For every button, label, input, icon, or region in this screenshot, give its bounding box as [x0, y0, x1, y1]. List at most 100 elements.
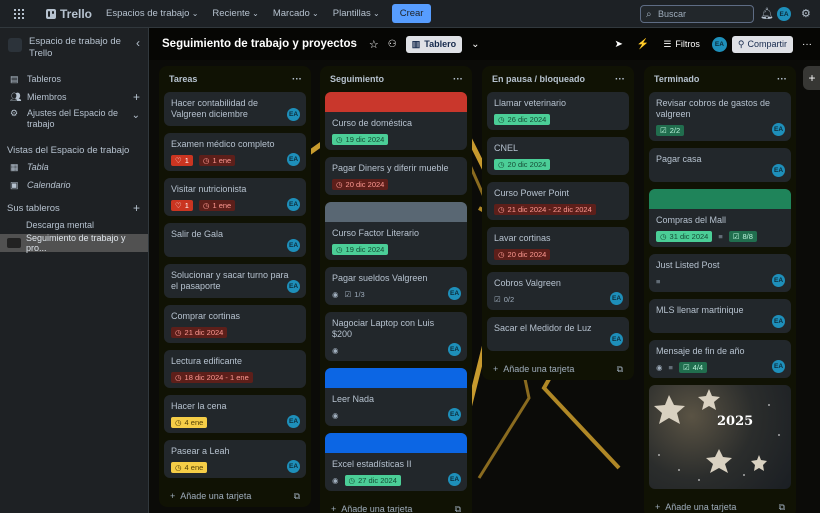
list-menu-icon[interactable]: ···: [777, 74, 787, 85]
nav-workspaces[interactable]: Espacios de trabajo: [106, 8, 198, 19]
template-icon[interactable]: ⧉: [617, 364, 623, 375]
nav-recent[interactable]: Reciente: [212, 8, 258, 19]
automation-icon[interactable]: ⚡: [637, 39, 649, 50]
share-button[interactable]: ⚲ Compartir: [731, 35, 793, 53]
card[interactable]: Curso de doméstica ◷ 19 dic 2024: [325, 92, 467, 150]
card[interactable]: Nagociar Laptop con Luis $200 ◉ EA: [325, 312, 467, 361]
card[interactable]: Hacer la cena ◷ 4 ene EA: [164, 395, 306, 433]
template-icon[interactable]: ⧉: [779, 502, 785, 513]
visibility-icon[interactable]: ⚇: [388, 39, 397, 50]
card[interactable]: Solucionar y sacar turno para el pasapor…: [164, 264, 306, 298]
card[interactable]: Just Listed Post ≡ EA: [649, 254, 791, 292]
sidebar-item-settings[interactable]: ⚙ Ajustes del Espacio de trabajo ⌄: [0, 106, 148, 134]
list-title[interactable]: Seguimiento: [330, 74, 384, 84]
card-member-avatar[interactable]: EA: [287, 198, 300, 211]
card[interactable]: Leer Nada ◉ EA: [325, 368, 467, 426]
view-switcher-button[interactable]: ▥ Tablero: [405, 35, 463, 53]
due-date-badge[interactable]: ◷ 31 dic 2024: [656, 230, 713, 242]
card[interactable]: Compras del Mall ◷ 31 dic 2024 ≡ ☑ 8/8: [649, 189, 791, 247]
card-member-avatar[interactable]: EA: [772, 123, 785, 136]
board-title[interactable]: Seguimiento de trabajo y proyectos: [162, 38, 357, 50]
card-member-avatar[interactable]: EA: [772, 360, 785, 373]
card-member-avatar[interactable]: EA: [772, 164, 785, 177]
sidebar-item-calendar[interactable]: ▣ Calendario: [0, 176, 148, 194]
card[interactable]: Mensaje de fin de año ◉ ≡ ☑ 4/4 EA: [649, 340, 791, 378]
card[interactable]: Pagar sueldos Valgreen ◉ ☑ 1/3 EA: [325, 267, 467, 305]
card-member-avatar[interactable]: EA: [448, 408, 461, 421]
card[interactable]: Curso Factor Literario ◷ 19 dic 2024: [325, 202, 467, 260]
due-date-badge[interactable]: ◷ 19 dic 2024: [332, 243, 389, 255]
sidebar-board-seguimiento[interactable]: Seguimiento de trabajo y pro...: [0, 233, 148, 253]
due-date-badge[interactable]: ◷ 27 dic 2024: [344, 474, 401, 486]
list-title[interactable]: En pausa / bloqueado: [492, 74, 585, 84]
due-date-badge[interactable]: ◷ 1 ene: [198, 154, 236, 166]
card-member-avatar[interactable]: EA: [287, 415, 300, 428]
card[interactable]: Hacer contabilidad de Valgreen diciembre…: [164, 92, 306, 126]
card-member-avatar[interactable]: EA: [610, 292, 623, 305]
chevron-down-icon[interactable]: ⌄: [471, 39, 479, 50]
due-date-badge[interactable]: ◷ 26 dic 2024: [494, 113, 551, 125]
card[interactable]: Lavar cortinas ◷ 20 dic 2024: [487, 227, 629, 265]
star-icon[interactable]: ☆: [369, 38, 379, 51]
due-date-badge[interactable]: ◷ 21 dic 2024: [171, 326, 228, 338]
list-header[interactable]: Terminado ···: [649, 66, 791, 92]
list-title[interactable]: Tareas: [169, 74, 197, 84]
card-member-avatar[interactable]: EA: [448, 473, 461, 486]
card[interactable]: Visitar nutricionista ♡ 1 ◷ 1 ene EA: [164, 178, 306, 216]
add-list-button[interactable]: +: [803, 66, 820, 90]
due-date-badge[interactable]: ◷ 18 dic 2024 - 1 ene: [171, 371, 253, 383]
card-member-avatar[interactable]: EA: [287, 153, 300, 166]
card[interactable]: Salir de Gala EA: [164, 223, 306, 257]
card[interactable]: Cobros Valgreen ☑ 0/2 EA: [487, 272, 629, 310]
card-member-avatar[interactable]: EA: [772, 315, 785, 328]
card[interactable]: Sacar el Medidor de Luz EA: [487, 317, 629, 351]
list-menu-icon[interactable]: ···: [292, 74, 302, 85]
card[interactable]: Lectura edificante ◷ 18 dic 2024 - 1 ene: [164, 350, 306, 388]
trello-logo[interactable]: Trello: [46, 7, 92, 21]
card-member-avatar[interactable]: EA: [287, 280, 300, 293]
due-date-badge[interactable]: ◷ 19 dic 2024: [332, 133, 389, 145]
card[interactable]: CNEL ◷ 20 dic 2024: [487, 137, 629, 175]
card-member-avatar[interactable]: EA: [287, 108, 300, 121]
list-menu-icon[interactable]: ···: [453, 74, 463, 85]
search-input[interactable]: ⌕ Buscar: [640, 5, 754, 23]
list-header[interactable]: En pausa / bloqueado ···: [487, 66, 629, 92]
nav-starred[interactable]: Marcado: [273, 8, 319, 19]
template-icon[interactable]: ⧉: [294, 491, 300, 502]
notifications-icon[interactable]: 🔔︎: [760, 7, 774, 20]
app-switcher-icon[interactable]: [14, 9, 24, 19]
add-member-icon[interactable]: +: [133, 90, 140, 104]
board-member-avatar[interactable]: EA: [711, 36, 727, 52]
card[interactable]: Revisar cobros de gastos de valgreen ☑ 2/2…: [649, 92, 791, 141]
card-member-avatar[interactable]: EA: [610, 333, 623, 346]
card[interactable]: Pagar Diners y diferir mueble ◷ 20 dic 202…: [325, 157, 467, 195]
due-date-badge[interactable]: ◷ 20 dic 2024: [494, 248, 551, 260]
workspace-name[interactable]: Espacio de trabajo de Trello: [29, 36, 123, 60]
list-header[interactable]: Seguimiento ···: [325, 66, 467, 92]
due-date-badge[interactable]: ◷ 1 ene: [198, 199, 236, 211]
due-date-badge[interactable]: ◷ 20 dic 2024: [332, 178, 389, 190]
list-menu-icon[interactable]: ···: [615, 74, 625, 85]
card-member-avatar[interactable]: EA: [448, 343, 461, 356]
card-member-avatar[interactable]: EA: [287, 460, 300, 473]
powerups-icon[interactable]: ➤: [614, 39, 622, 50]
collapse-sidebar-icon[interactable]: ‹: [136, 36, 140, 50]
card[interactable]: Pasear a Leah ◷ 4 ene EA: [164, 440, 306, 478]
add-card-button[interactable]: + Añade una tarjeta ⧉: [325, 498, 467, 513]
card[interactable]: Comprar cortinas ◷ 21 dic 2024: [164, 305, 306, 343]
list-header[interactable]: Tareas ···: [164, 66, 306, 92]
card[interactable]: Llamar veterinario ◷ 26 dic 2024: [487, 92, 629, 130]
more-menu-icon[interactable]: ···: [802, 39, 812, 50]
sidebar-item-members[interactable]: 👥︎ Miembros +: [0, 88, 148, 106]
due-date-badge[interactable]: ◷ 21 dic 2024 - 22 dic 2024: [494, 203, 596, 215]
create-button[interactable]: Crear: [391, 4, 432, 23]
add-card-button[interactable]: + Añade una tarjeta ⧉: [487, 358, 629, 380]
due-date-badge[interactable]: ◷ 4 ene: [171, 416, 208, 428]
card[interactable]: Pagar casa EA: [649, 148, 791, 182]
add-card-button[interactable]: + Añade una tarjeta ⧉: [649, 496, 791, 513]
card[interactable]: Examen médico completo ♡ 1 ◷ 1 ene EA: [164, 133, 306, 171]
card-member-avatar[interactable]: EA: [772, 274, 785, 287]
sidebar-item-table[interactable]: ▦ Tabla: [0, 158, 148, 176]
list-title[interactable]: Terminado: [654, 74, 699, 84]
card[interactable]: Curso Power Point ◷ 21 dic 2024 - 22 dic 2…: [487, 182, 629, 220]
